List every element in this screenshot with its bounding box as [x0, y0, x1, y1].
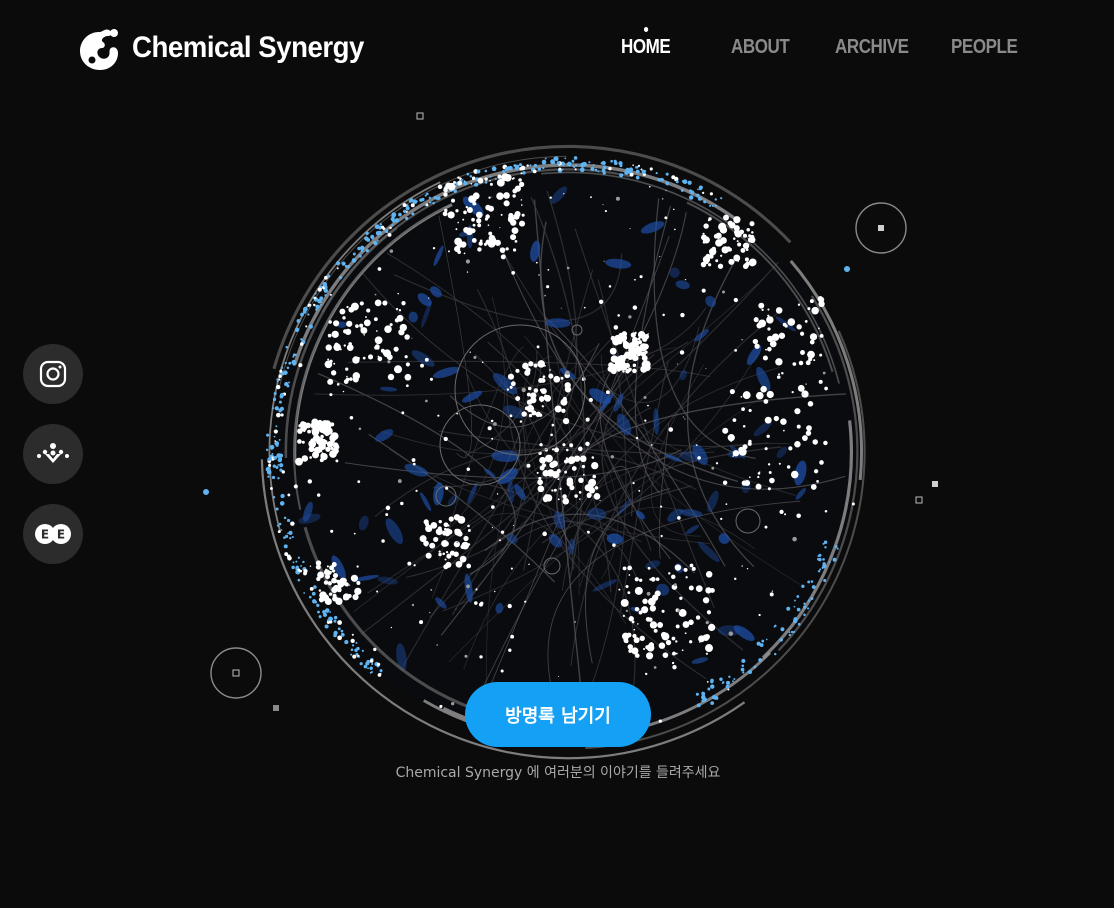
nav-people[interactable]: PEOPLE — [951, 36, 1018, 59]
nav-archive[interactable]: ARCHIVE — [835, 36, 909, 59]
page: Chemical Synergy HOME ABOUT ARCHIVE PEOP… — [0, 0, 1114, 908]
instagram-button[interactable] — [23, 344, 83, 404]
svg-text:E: E — [41, 528, 49, 542]
nav-about-label: ABOUT — [731, 36, 790, 58]
nav-archive-label: ARCHIVE — [835, 36, 909, 58]
nav-about[interactable]: ABOUT — [731, 36, 790, 59]
nav-people-label: PEOPLE — [951, 36, 1018, 58]
guestbook-button[interactable]: 방명록 남기기 — [465, 682, 651, 747]
guestbook-caption: Chemical Synergy 에 여러분의 이야기를 들려주세요 — [395, 765, 721, 781]
network-button[interactable] — [23, 424, 83, 484]
nav-home-label: HOME — [621, 36, 671, 58]
ee-icon: E E — [35, 524, 71, 544]
svg-text:E: E — [57, 528, 65, 542]
nav-home[interactable]: HOME — [621, 27, 671, 59]
main-nav: HOME ABOUT ARCHIVE PEOPLE — [0, 27, 1114, 64]
instagram-icon — [39, 360, 67, 388]
ee-button[interactable]: E E — [23, 504, 83, 564]
network-icon — [37, 443, 69, 463]
active-indicator-dot — [643, 27, 648, 32]
